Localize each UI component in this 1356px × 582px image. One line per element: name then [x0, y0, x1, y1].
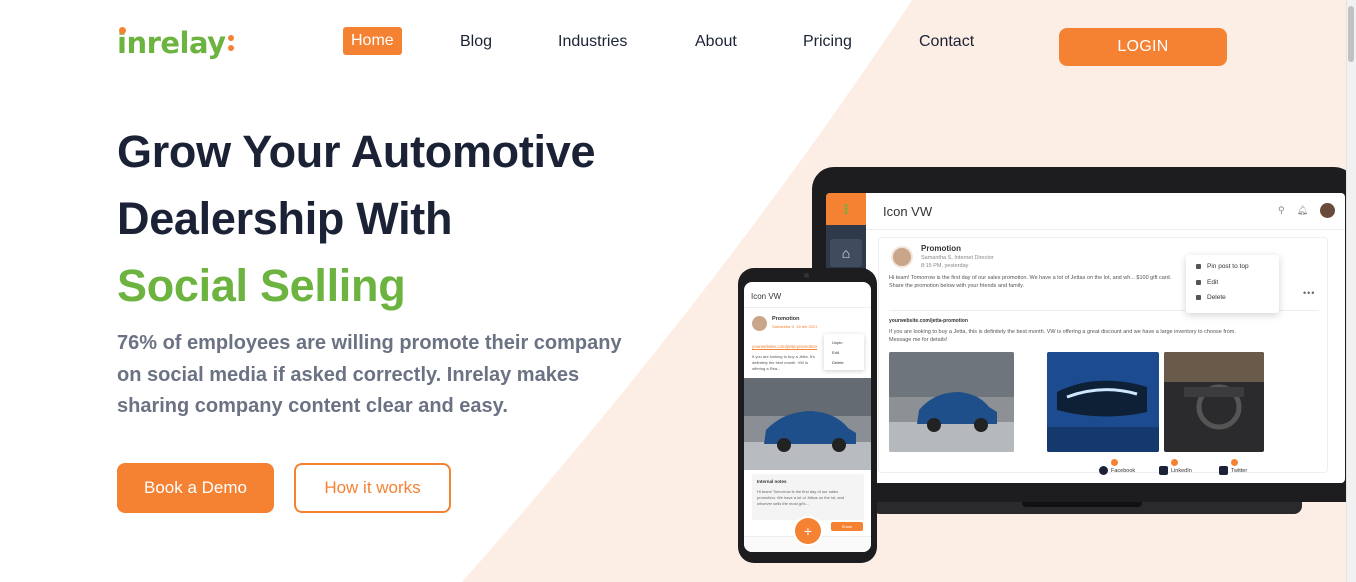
search-icon: ⚲ — [1277, 205, 1285, 215]
phone-mockup: Icon VW Promotion Samantha S, 16 feb 202… — [738, 268, 877, 563]
car-image-side — [889, 352, 1014, 452]
car-image-headlight — [1047, 352, 1159, 452]
author-avatar — [891, 246, 913, 268]
phone-add-icon: + — [795, 518, 821, 544]
bell-icon: 🔔︎ — [1296, 205, 1308, 215]
menu-delete: Delete — [1196, 294, 1226, 301]
logo-i-dot — [119, 27, 126, 34]
app-top-icons: ⚲ 🔔︎ — [1278, 203, 1335, 218]
pencil-icon — [1196, 280, 1201, 285]
home-icon: ⌂ — [830, 239, 862, 267]
phone-post-meta: Samantha S, 16 feb 2021 — [772, 324, 818, 329]
nav-blog[interactable]: Blog — [460, 33, 492, 51]
phone-author-avatar — [752, 316, 767, 331]
logo-text: inrelay — [117, 26, 226, 60]
phone-app-title: Icon VW — [751, 292, 782, 301]
page-scrollbar[interactable] — [1346, 0, 1356, 582]
nav-home[interactable]: Home — [343, 27, 402, 55]
share-twitter: Twitter — [1219, 459, 1247, 475]
phone-menu-unpin: Unpin — [832, 340, 843, 345]
post-link: yourwebsite.com/jetta-promotion — [889, 318, 968, 324]
scrollbar-thumb[interactable] — [1348, 6, 1354, 62]
logo-colon-icon — [227, 35, 234, 51]
how-it-works-button[interactable]: How it works — [294, 463, 451, 513]
nav-industries[interactable]: Industries — [558, 33, 627, 51]
menu-pin: Pin post to top — [1196, 263, 1249, 270]
phone-screen: Icon VW Promotion Samantha S, 16 feb 202… — [744, 282, 871, 552]
phone-menu-edit: Edit — [832, 350, 839, 355]
post-title: Promotion — [921, 244, 961, 253]
laptop-mockup: ⁝ ⌂ Icon VW ⚲ 🔔︎ Promotion Samantha S, I… — [812, 167, 1356, 527]
post-text: Hi team! Tomorrow is the first day of ou… — [889, 275, 1172, 289]
post-context-menu: Pin post to top Edit Delete — [1186, 255, 1279, 313]
nav-about[interactable]: About — [695, 33, 737, 51]
share-linkedin: LinkedIn — [1159, 459, 1192, 475]
share-facebook: Facebook — [1099, 459, 1135, 475]
login-button[interactable]: LOGIN — [1059, 28, 1227, 66]
phone-context-menu: Unpin Edit Delete — [824, 334, 864, 370]
facebook-icon — [1099, 459, 1118, 475]
linkedin-icon — [1159, 459, 1178, 475]
post-time: 8:15 PM, yesterday — [921, 263, 969, 269]
bookmark-icon — [1196, 264, 1201, 269]
hero-title-highlight: Social Selling — [117, 260, 406, 311]
hero-subtitle: 76% of employees are willing promote the… — [117, 332, 622, 417]
phone-camera — [804, 273, 809, 278]
notes-title: Internal notes — [757, 479, 787, 484]
phone-share-button: Share — [831, 522, 863, 531]
phone-post-text: If you are looking to buy a Jetta. It's … — [752, 354, 815, 371]
car-image-interior — [1164, 352, 1264, 452]
post-author: Samantha S, Internet Director — [921, 255, 994, 261]
more-options-icon: ••• — [1303, 288, 1316, 298]
hero-title-line2: Dealership With — [117, 193, 453, 244]
phone-menu-delete: Delete — [832, 360, 844, 365]
trash-icon — [1196, 295, 1201, 300]
logo[interactable]: inrelay — [117, 26, 234, 60]
app-logo-icon: ⁝ — [826, 193, 866, 225]
phone-post-title: Promotion — [772, 316, 800, 322]
nav-pricing[interactable]: Pricing — [803, 33, 852, 51]
notes-text: Hi team! Tomorrow is the first day of ou… — [757, 489, 845, 506]
hero-title-line1: Grow Your Automotive — [117, 126, 596, 177]
phone-car-image — [744, 378, 871, 470]
post-meta: Samantha S, Internet Director 8:15 PM, y… — [921, 254, 994, 270]
twitter-icon — [1219, 459, 1238, 475]
laptop-screen: ⁝ ⌂ Icon VW ⚲ 🔔︎ Promotion Samantha S, I… — [826, 193, 1345, 483]
nav-contact[interactable]: Contact — [919, 33, 974, 51]
post-link-text: If you are looking to buy a Jetta, this … — [889, 329, 1236, 343]
menu-edit: Edit — [1196, 279, 1218, 286]
app-title: Icon VW — [883, 204, 933, 219]
internal-notes: Internal notes Hi team! Tomorrow is the … — [752, 474, 864, 520]
book-demo-button[interactable]: Book a Demo — [117, 463, 274, 513]
phone-post-link: yourwebsite.com/jetta-promotion — [752, 344, 818, 349]
user-avatar — [1320, 203, 1335, 218]
hero-title: Grow Your Automotive Dealership With Soc… — [117, 118, 596, 319]
